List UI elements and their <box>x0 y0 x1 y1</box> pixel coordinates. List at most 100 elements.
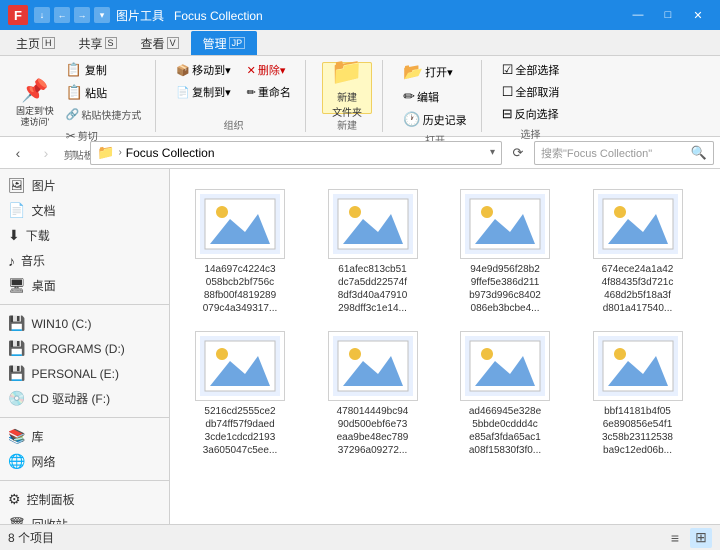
edit-button[interactable]: ✏编辑 <box>399 86 443 107</box>
main-content: 🖼 图片 📄 文档 ⬇ 下载 ♪ 音乐 🖥 桌面 💾 <box>0 169 720 525</box>
organize-row2: 📄复制到▾ ✏重命名 <box>172 82 294 102</box>
sidebar-library-label: 库 <box>31 428 43 445</box>
sidebar-item-desktop[interactable]: 🖥 桌面 <box>0 273 169 298</box>
paste-group: 📋粘贴 🔗粘贴快捷方式 ✂剪切 <box>62 82 146 145</box>
file-item-6[interactable]: ad466945e328e5bbde0cddd4ce85af3fda65ac1a… <box>445 321 565 463</box>
new-folder-icon: 📁 <box>331 56 363 87</box>
copy-button[interactable]: 📋复制 <box>62 60 146 80</box>
address-path[interactable]: 📁 › Focus Collection ▾ <box>90 141 502 165</box>
desktop-icon: 🖥 <box>8 277 26 294</box>
open-items: 📂打开▾ ✏编辑 🕐历史记录 <box>399 60 470 130</box>
sidebar-pictures-label: 图片 <box>32 177 56 194</box>
c-drive-icon: 💾 <box>8 315 25 332</box>
move-to-button[interactable]: 📦移动到▾ <box>172 60 234 80</box>
search-placeholder: 搜索"Focus Collection" <box>541 145 687 161</box>
close-button[interactable]: ✕ <box>684 5 712 25</box>
open-button[interactable]: 📂打开▾ <box>399 60 456 84</box>
item-count: 8 个项目 <box>8 529 54 546</box>
sidebar-d-label: PROGRAMS (D:) <box>31 342 124 356</box>
sidebar-item-pictures[interactable]: 🖼 图片 <box>0 173 169 198</box>
search-icon[interactable]: 🔍 <box>691 145 707 161</box>
tab-share[interactable]: 共享 S <box>67 31 129 55</box>
file-name-7: bbf14181b4f056e890856e54f13c58b23112538b… <box>602 405 673 457</box>
quick-access-redo[interactable]: → <box>74 7 90 23</box>
up-button[interactable]: ↑ <box>62 141 86 165</box>
file-item-0[interactable]: 14a697c4224c3058bcb2bf756c88fb00f4819289… <box>180 179 300 321</box>
tab-home[interactable]: 主页 H <box>4 31 67 55</box>
file-item-2[interactable]: 94e9d956f28b29ffef5e386d211b973d996c8402… <box>445 179 565 321</box>
title-bar-left: F ↓ ← → ▾ 图片工具 Focus Collection <box>8 5 263 25</box>
grid-view-button[interactable]: ⊞ <box>690 528 712 548</box>
ribbon-group-open: 📂打开▾ ✏编辑 🕐历史记录 打开 <box>395 60 481 132</box>
paste-button[interactable]: 📋粘贴 <box>62 82 146 103</box>
address-bar: ‹ › ↑ 📁 › Focus Collection ▾ ⟳ 搜索"Focus … <box>0 137 720 169</box>
sidebar-item-library[interactable]: 📚 库 <box>0 424 169 449</box>
sidebar-item-c-drive[interactable]: 💾 WIN10 (C:) <box>0 311 169 336</box>
sidebar-sep-3 <box>0 480 169 481</box>
sidebar-control-panel-label: 控制面板 <box>27 491 75 508</box>
pin-to-quick-access[interactable]: 📌 固定到'快速访问' <box>12 76 58 130</box>
file-name-0: 14a697c4224c3058bcb2bf756c88fb00f4819289… <box>203 263 278 315</box>
path-dropdown-arrow[interactable]: ▾ <box>490 147 495 158</box>
history-button[interactable]: 🕐历史记录 <box>399 109 470 130</box>
sidebar-f-label: CD 驱动器 (F:) <box>31 390 110 407</box>
file-name-5: 478014449bc9490d500ebf6e73eaa9be48ec7893… <box>337 405 409 457</box>
f-drive-icon: 💿 <box>8 390 25 407</box>
select-label: 选择 <box>521 124 541 141</box>
sidebar-item-network[interactable]: 🌐 网络 <box>0 449 169 474</box>
new-items: 📁 新建文件夹 <box>322 60 372 115</box>
new-folder-button[interactable]: 📁 新建文件夹 <box>322 62 372 114</box>
refresh-button[interactable]: ⟳ <box>506 141 530 165</box>
file-name-6: ad466945e328e5bbde0cddd4ce85af3fda65ac1a… <box>469 405 541 457</box>
music-icon: ♪ <box>8 253 15 269</box>
quick-access-more[interactable]: ▾ <box>94 7 110 23</box>
file-item-5[interactable]: 478014449bc9490d500ebf6e73eaa9be48ec7893… <box>313 321 433 463</box>
maximize-button[interactable]: □ <box>654 5 682 25</box>
forward-button[interactable]: › <box>34 141 58 165</box>
organize-row1: 📦移动到▾ ✕删除▾ <box>172 60 289 80</box>
list-view-button[interactable]: ≡ <box>664 528 686 548</box>
select-items: ☑全部选择 ☐全部取消 ⊟反向选择 <box>498 60 564 124</box>
sidebar-item-f-drive[interactable]: 💿 CD 驱动器 (F:) <box>0 386 169 411</box>
pictures-icon: 🖼 <box>8 177 26 194</box>
select-all-button[interactable]: ☑全部选择 <box>498 60 564 80</box>
file-item-7[interactable]: bbf14181b4f056e890856e54f13c58b23112538b… <box>578 321 698 463</box>
file-area-wrapper: ▲ 14a697c4224c3058bcb2bf756c88fb00f48192… <box>170 169 720 525</box>
window-controls: — □ ✕ <box>624 5 712 25</box>
file-thumbnail-2 <box>460 189 550 259</box>
sidebar-section-sys: ⚙ 控制面板 🗑 回收站 📁 Focus Collection <box>0 483 169 525</box>
ribbon-group-new: 📁 新建文件夹 新建 <box>318 60 383 132</box>
back-button[interactable]: ‹ <box>6 141 30 165</box>
file-name-1: 61afec813cb51dc7a5dd22574f8df3d40a479102… <box>338 263 408 315</box>
sidebar-item-control-panel[interactable]: ⚙ 控制面板 <box>0 487 169 512</box>
ribbon-group-select: ☑全部选择 ☐全部取消 ⊟反向选择 选择 <box>494 60 574 132</box>
sidebar-item-documents[interactable]: 📄 文档 <box>0 198 169 223</box>
quick-access-save[interactable]: ↓ <box>34 7 50 23</box>
invert-selection-button[interactable]: ⊟反向选择 <box>498 104 563 124</box>
delete-button[interactable]: ✕删除▾ <box>243 60 290 80</box>
file-thumbnail-1 <box>328 189 418 259</box>
sidebar-item-e-drive[interactable]: 💾 PERSONAL (E:) <box>0 361 169 386</box>
copy-to-button[interactable]: 📄复制到▾ <box>172 82 234 102</box>
paste-shortcut-button[interactable]: 🔗粘贴快捷方式 <box>62 105 146 124</box>
file-item-4[interactable]: 5216cd2555ce2db74ff57f9daed3cde1cdcd2193… <box>180 321 300 463</box>
file-name-4: 5216cd2555ce2db74ff57f9daed3cde1cdcd2193… <box>203 405 278 457</box>
quick-access-toolbar: ↓ ← → ▾ <box>34 7 110 23</box>
file-item-3[interactable]: 674ece24a1a424f88435f3d721c468d2b5f18a3f… <box>578 179 698 321</box>
tab-view[interactable]: 查看 V <box>129 31 191 55</box>
minimize-button[interactable]: — <box>624 5 652 25</box>
sidebar-item-downloads[interactable]: ⬇ 下载 <box>0 223 169 248</box>
new-label: 新建 <box>337 115 357 132</box>
sidebar-item-d-drive[interactable]: 💾 PROGRAMS (D:) <box>0 336 169 361</box>
file-item-1[interactable]: 61afec813cb51dc7a5dd22574f8df3d40a479102… <box>313 179 433 321</box>
status-right: ≡ ⊞ <box>664 528 712 548</box>
sidebar-item-music[interactable]: ♪ 音乐 <box>0 248 169 273</box>
ribbon-tabs: 主页 H 共享 S 查看 V 管理 JP <box>0 30 720 56</box>
ribbon-group-clipboard: 📌 固定到'快速访问' 📋复制 📋粘贴 🔗粘贴快捷方式 <box>8 60 156 132</box>
sidebar-documents-label: 文档 <box>31 202 55 219</box>
deselect-all-button[interactable]: ☐全部取消 <box>498 82 564 102</box>
search-box[interactable]: 搜索"Focus Collection" 🔍 <box>534 141 714 165</box>
quick-access-undo[interactable]: ← <box>54 7 70 23</box>
rename-button[interactable]: ✏重命名 <box>243 82 295 102</box>
tab-manage[interactable]: 管理 JP <box>191 31 258 55</box>
